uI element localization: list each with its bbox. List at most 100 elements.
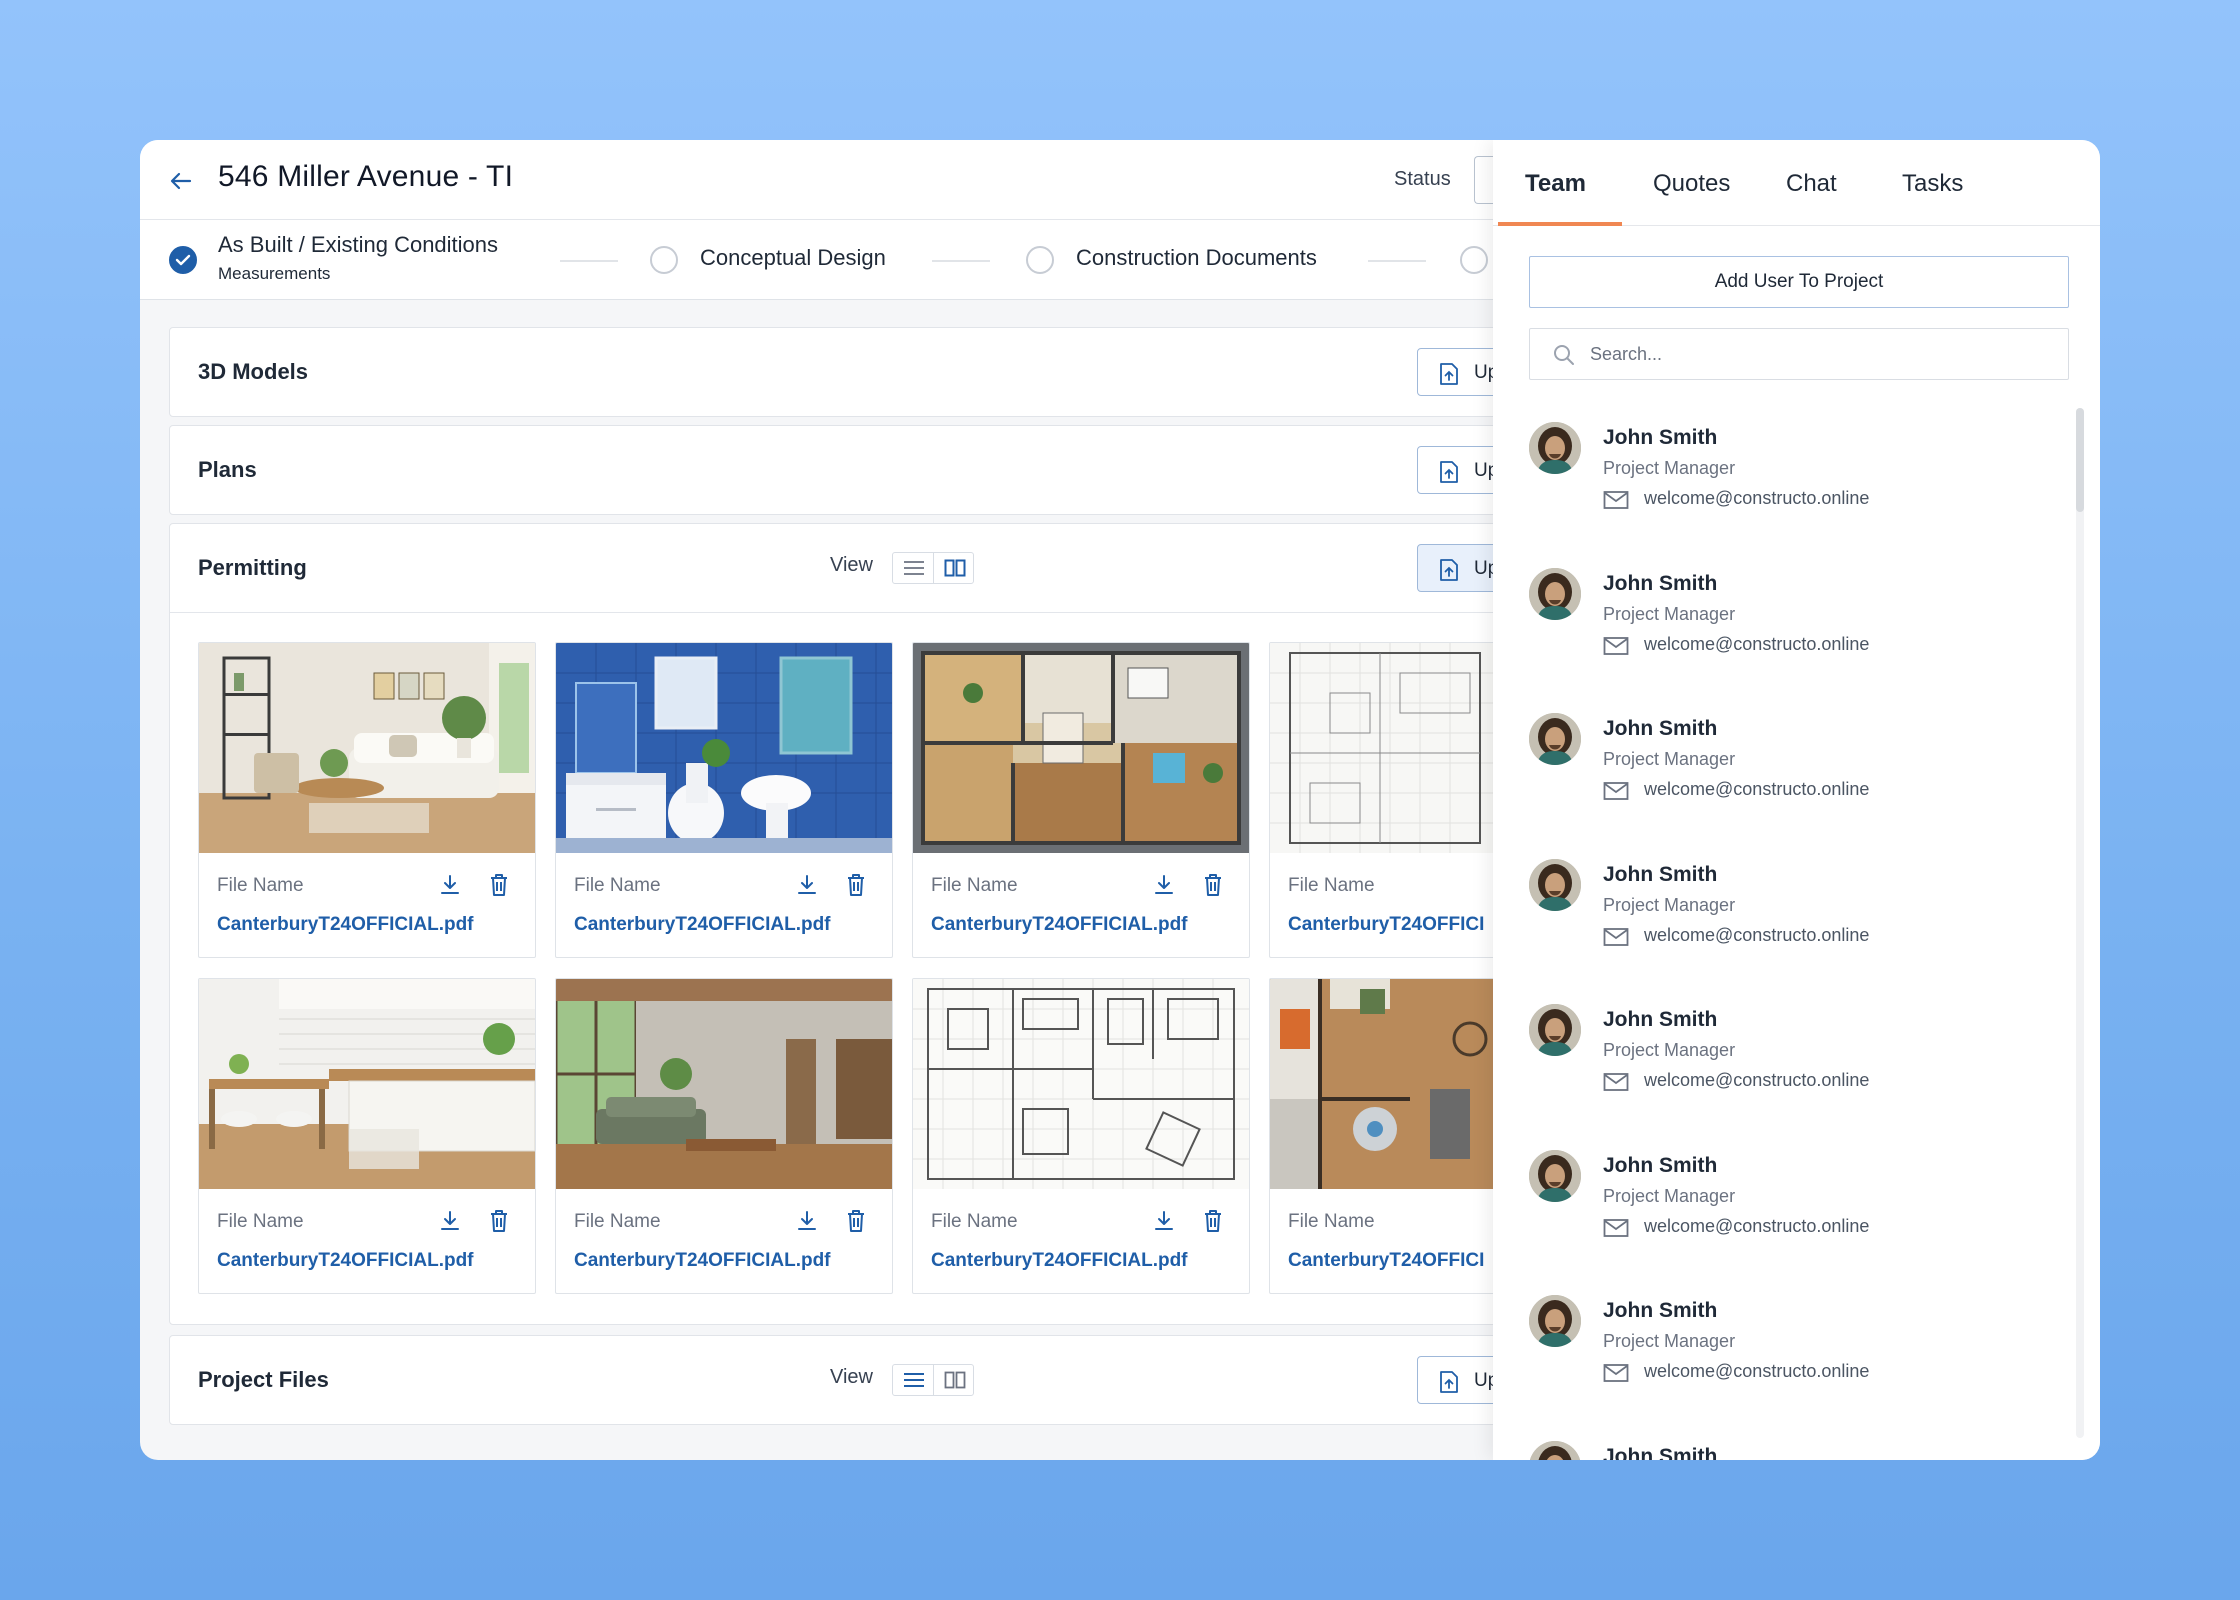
list-view-icon xyxy=(904,561,924,575)
member-name: John Smith xyxy=(1603,1299,1718,1322)
file-card[interactable]: File Name CanterburyT24OFFICIAL.pdf xyxy=(555,978,893,1294)
tab-chat[interactable]: Chat xyxy=(1786,170,1837,198)
file-name-label: File Name xyxy=(931,875,1018,896)
file-name-link[interactable]: CanterburyT24OFFICIAL.pdf xyxy=(574,914,831,936)
step-connector xyxy=(1368,260,1426,262)
member-name: John Smith xyxy=(1603,717,1718,740)
file-name-link[interactable]: CanterburyT24OFFICIAL.pdf xyxy=(217,914,474,936)
member-name: John Smith xyxy=(1603,1153,1718,1177)
team-member-row[interactable]: John Smith Project Manager welcome@const… xyxy=(1529,1295,2049,1405)
download-icon[interactable] xyxy=(796,1209,818,1233)
trash-icon[interactable] xyxy=(489,873,509,897)
file-name-link[interactable]: CanterburyT24OFFICIAL.pdf xyxy=(574,1250,831,1272)
grid-view-button[interactable] xyxy=(933,553,973,583)
download-icon[interactable] xyxy=(796,873,818,897)
tab-tasks[interactable]: Tasks xyxy=(1902,170,1963,198)
blue-bathroom-thumbnail xyxy=(556,643,892,853)
member-email[interactable]: welcome@constructo.online xyxy=(1644,1216,1869,1237)
view-label: View xyxy=(830,1366,873,1388)
step-complete-check-icon xyxy=(169,246,197,274)
file-name-label: File Name xyxy=(574,1211,661,1232)
section-permitting: Permitting View Up File Name CanterburyT… xyxy=(169,523,1607,1325)
team-side-panel: Team Quotes Chat Tasks Add User To Proje… xyxy=(1493,140,2100,1460)
download-icon[interactable] xyxy=(1153,1209,1175,1233)
team-member-row[interactable]: John Smith Project Manager welcome@const… xyxy=(1529,1004,2049,1114)
file-card[interactable]: File Name CanterburyT24OFFICIAL.pdf xyxy=(198,642,536,958)
step-conceptual-design[interactable]: Conceptual Design xyxy=(650,220,1070,300)
avatar xyxy=(1529,1149,1581,1202)
download-icon[interactable] xyxy=(1153,873,1175,897)
section-title: Project Files xyxy=(198,1367,329,1392)
member-email[interactable]: welcome@constructo.online xyxy=(1644,634,1869,655)
member-name: John Smith xyxy=(1603,571,1718,595)
member-role: Project Manager xyxy=(1603,1040,1736,1060)
status-label: Status xyxy=(1394,168,1451,190)
back-arrow-icon[interactable] xyxy=(166,166,196,196)
grid-view-icon xyxy=(944,559,966,577)
view-toggle xyxy=(892,552,974,584)
member-email[interactable]: welcome@constructo.online xyxy=(1644,1361,1869,1382)
file-name-link[interactable]: CanterburyT24OFFICIAL.pdf xyxy=(931,1250,1188,1272)
step-title: Construction Documents xyxy=(1076,245,1317,270)
scrollbar-thumb[interactable] xyxy=(2076,408,2084,512)
list-view-button[interactable] xyxy=(893,553,933,583)
file-name-label: File Name xyxy=(574,875,661,896)
team-member-row[interactable]: John Smith Project Manager welcome@const… xyxy=(1529,713,2049,823)
trash-icon[interactable] xyxy=(489,1209,509,1233)
member-search xyxy=(1529,328,2069,380)
app-window: 546 Miller Avenue - TI Status As Built /… xyxy=(140,140,2100,1460)
member-email[interactable]: welcome@constructo.online xyxy=(1644,1070,1869,1091)
mail-icon xyxy=(1603,1073,1629,1091)
step-pending-circle-icon[interactable] xyxy=(1460,246,1488,274)
phase-stepper: As Built / Existing Conditions Measureme… xyxy=(140,220,1493,300)
file-card[interactable]: File Name CanterburyT24OFFICIAL.pdf xyxy=(198,978,536,1294)
mail-icon xyxy=(1603,1218,1629,1237)
file-name-link[interactable]: CanterburyT24OFFICI xyxy=(1288,1250,1484,1272)
avatar xyxy=(1529,713,1581,765)
search-input[interactable] xyxy=(1590,339,2050,369)
avatar xyxy=(1529,1440,1581,1460)
file-upload-icon xyxy=(1440,1371,1458,1393)
grid-view-button[interactable] xyxy=(933,1365,973,1395)
team-member-row[interactable]: John Smith Project Manager welcome@const… xyxy=(1529,858,2049,969)
file-name-link[interactable]: CanterburyT24OFFICIAL.pdf xyxy=(217,1250,474,1272)
step-title: As Built / Existing Conditions xyxy=(218,232,499,257)
file-name-label: File Name xyxy=(217,1211,304,1232)
member-role: Project Manager xyxy=(1603,1331,1736,1351)
trash-icon[interactable] xyxy=(846,873,866,897)
file-name-link[interactable]: CanterburyT24OFFICI xyxy=(1288,914,1484,936)
team-member-row[interactable]: John Smith Project Manager welcome@const… xyxy=(1529,1440,2049,1460)
download-icon[interactable] xyxy=(439,873,461,897)
trash-icon[interactable] xyxy=(846,1209,866,1233)
team-member-row[interactable]: John Smith Project Manager welcome@const… xyxy=(1529,567,2049,678)
page-title: 546 Miller Avenue - TI xyxy=(218,160,514,193)
list-view-button[interactable] xyxy=(893,1365,933,1395)
list-view-icon xyxy=(904,1373,924,1387)
avatar xyxy=(1529,1004,1581,1056)
section-3d-models: 3D Models Up xyxy=(169,327,1517,417)
member-role: Project Manager xyxy=(1603,894,1736,915)
file-card[interactable]: File Name CanterburyT24OFFICIAL.pdf xyxy=(555,642,893,958)
loft-living-room-thumbnail xyxy=(556,979,892,1189)
member-email[interactable]: welcome@constructo.online xyxy=(1644,779,1869,800)
member-email[interactable]: welcome@constructo.online xyxy=(1644,488,1869,509)
trash-icon[interactable] xyxy=(1203,1209,1223,1233)
file-name-link[interactable]: CanterburyT24OFFICIAL.pdf xyxy=(931,914,1188,936)
step-as-built[interactable]: As Built / Existing Conditions Measureme… xyxy=(140,220,560,300)
member-role: Project Manager xyxy=(1603,603,1736,624)
tab-quotes[interactable]: Quotes xyxy=(1653,170,1730,198)
step-pending-circle-icon xyxy=(650,246,678,274)
team-member-row[interactable]: John Smith Project Manager welcome@const… xyxy=(1529,422,2049,532)
team-member-row[interactable]: John Smith Project Manager welcome@const… xyxy=(1529,1149,2049,1260)
file-card[interactable]: File Name CanterburyT24OFFICIAL.pdf xyxy=(912,978,1250,1294)
download-icon[interactable] xyxy=(439,1209,461,1233)
member-name: John Smith xyxy=(1603,1008,1718,1031)
add-user-to-project-button[interactable]: Add User To Project xyxy=(1529,256,2069,308)
avatar xyxy=(1529,1295,1581,1347)
member-role: Project Manager xyxy=(1603,1185,1736,1206)
member-email[interactable]: welcome@constructo.online xyxy=(1644,925,1869,946)
tab-team[interactable]: Team xyxy=(1525,170,1586,198)
trash-icon[interactable] xyxy=(1203,873,1223,897)
file-card[interactable]: File Name CanterburyT24OFFICIAL.pdf xyxy=(912,642,1250,958)
section-project-files: Project Files View Up xyxy=(169,1335,1517,1425)
